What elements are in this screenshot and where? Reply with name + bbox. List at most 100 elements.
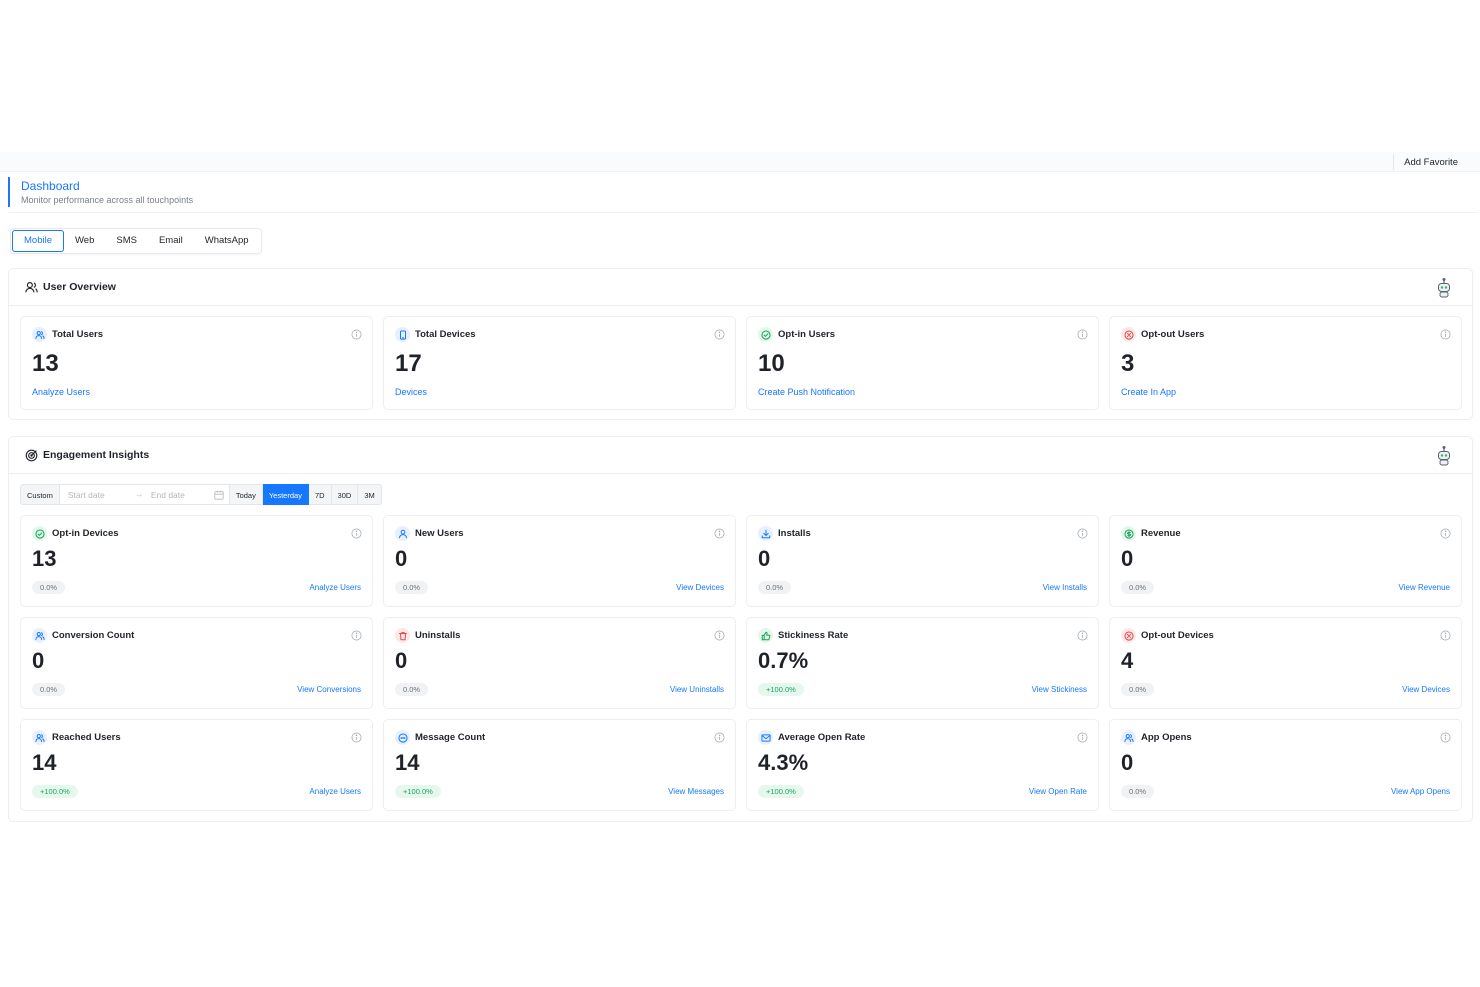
- metric-link[interactable]: View Messages: [668, 787, 724, 796]
- info-icon[interactable]: [351, 630, 362, 641]
- change-badge: 0.0%: [32, 683, 66, 696]
- metric-card: Uninstalls 0 0.0% View Uninstalls: [383, 617, 736, 709]
- add-favorite-button[interactable]: Add Favorite: [1404, 157, 1458, 168]
- page-subtitle: Monitor performance across all touchpoin…: [21, 195, 194, 205]
- metric-link[interactable]: Analyze Users: [32, 387, 90, 397]
- preset-3m-button[interactable]: 3M: [358, 484, 382, 505]
- info-icon[interactable]: [1440, 630, 1451, 641]
- metric-card: Message Count 14 +100.0% View Messages: [383, 719, 736, 811]
- metric-card: Opt-in Users 10 Create Push Notification: [746, 316, 1099, 410]
- metric-title: Installs: [778, 528, 811, 539]
- metric-icon-badge: [32, 730, 47, 745]
- mobile-icon: [399, 329, 406, 340]
- tab-sms[interactable]: SMS: [105, 230, 148, 252]
- change-badge: +100.0%: [395, 785, 441, 798]
- info-icon[interactable]: [714, 630, 725, 641]
- tab-web[interactable]: Web: [64, 230, 105, 252]
- metric-icon-badge: [758, 628, 773, 643]
- page-title: Dashboard: [21, 179, 80, 193]
- info-icon[interactable]: [714, 329, 725, 340]
- tab-whatsapp[interactable]: WhatsApp: [194, 230, 260, 252]
- metric-card: Opt-out Users 3 Create In App: [1109, 316, 1462, 410]
- section-title: Engagement Insights: [43, 449, 150, 461]
- robot-assistant-icon[interactable]: [1436, 445, 1452, 467]
- info-icon[interactable]: [351, 528, 362, 539]
- metric-title: Average Open Rate: [778, 732, 866, 743]
- metric-link[interactable]: Analyze Users: [309, 583, 361, 592]
- metric-card: Total Users 13 Analyze Users: [20, 316, 373, 410]
- metric-link[interactable]: View Open Rate: [1029, 787, 1087, 796]
- metric-icon-badge: [395, 628, 410, 643]
- change-badge: 0.0%: [32, 581, 66, 594]
- metric-link[interactable]: Devices: [395, 387, 427, 397]
- date-range-picker[interactable]: Start date → End date: [59, 484, 230, 505]
- message-icon: [397, 732, 408, 743]
- preset-yesterday-button[interactable]: Yesterday: [262, 484, 309, 505]
- metric-link[interactable]: Create In App: [1121, 387, 1176, 397]
- trash-icon: [398, 631, 407, 640]
- metric-link[interactable]: View Uninstalls: [670, 685, 724, 694]
- tab-email[interactable]: Email: [148, 230, 194, 252]
- metric-value: 4: [1121, 648, 1134, 673]
- metric-link[interactable]: View Stickiness: [1032, 685, 1087, 694]
- metric-title: Revenue: [1141, 528, 1181, 539]
- preset-7d-button[interactable]: 7D: [308, 484, 332, 505]
- info-icon[interactable]: [1077, 329, 1088, 340]
- info-icon[interactable]: [714, 732, 725, 743]
- metric-card: App Opens 0 0.0% View App Opens: [1109, 719, 1462, 811]
- preset-today-button[interactable]: Today: [229, 484, 263, 505]
- metric-value: 10: [758, 350, 785, 377]
- date-filter: Custom Start date → End date Today Yeste…: [20, 484, 382, 505]
- metric-link[interactable]: View Installs: [1043, 583, 1087, 592]
- metric-value: 13: [32, 350, 59, 377]
- custom-range-label[interactable]: Custom: [20, 484, 60, 505]
- info-icon[interactable]: [1077, 732, 1088, 743]
- metric-card: Reached Users 14 +100.0% Analyze Users: [20, 719, 373, 811]
- metric-link[interactable]: Create Push Notification: [758, 387, 855, 397]
- metric-icon-badge: [32, 628, 47, 643]
- tab-mobile[interactable]: Mobile: [12, 230, 64, 252]
- metric-card: New Users 0 0.0% View Devices: [383, 515, 736, 607]
- info-icon[interactable]: [1077, 528, 1088, 539]
- metric-value: 0: [1121, 546, 1134, 571]
- info-icon[interactable]: [1440, 528, 1451, 539]
- info-icon[interactable]: [351, 329, 362, 340]
- user-icon: [398, 529, 407, 538]
- metric-link[interactable]: Analyze Users: [309, 787, 361, 796]
- preset-30d-button[interactable]: 30D: [331, 484, 359, 505]
- info-icon[interactable]: [1440, 329, 1451, 340]
- metric-icon-badge: [1121, 327, 1136, 342]
- metric-link[interactable]: View Devices: [676, 583, 724, 592]
- change-badge: +100.0%: [758, 785, 804, 798]
- metric-link[interactable]: View Devices: [1402, 685, 1450, 694]
- change-badge: 0.0%: [395, 581, 429, 594]
- top-strip: [0, 152, 1480, 172]
- metric-value: 4.3%: [758, 750, 809, 775]
- metric-icon-badge: [395, 526, 410, 541]
- metric-title: Opt-in Devices: [52, 528, 119, 539]
- change-badge: 0.0%: [758, 581, 792, 594]
- metric-card: Conversion Count 0 0.0% View Conversions: [20, 617, 373, 709]
- info-icon[interactable]: [351, 732, 362, 743]
- metric-link[interactable]: View App Opens: [1391, 787, 1450, 796]
- end-date-input[interactable]: End date: [151, 490, 185, 500]
- metric-icon-badge: [758, 526, 773, 541]
- metric-value: 0: [1121, 750, 1134, 775]
- metric-title: Total Devices: [415, 329, 476, 340]
- info-icon[interactable]: [1077, 630, 1088, 641]
- metric-title: Stickiness Rate: [778, 630, 849, 641]
- metric-link[interactable]: View Conversions: [297, 685, 361, 694]
- info-icon[interactable]: [1440, 732, 1451, 743]
- metric-value: 13: [32, 546, 57, 571]
- metric-card: Total Devices 17 Devices: [383, 316, 736, 410]
- metric-title: App Opens: [1141, 732, 1192, 743]
- metric-icon-badge: [758, 730, 773, 745]
- metric-link[interactable]: View Revenue: [1399, 583, 1450, 592]
- metric-card: Stickiness Rate 0.7% +100.0% View Stickines…: [746, 617, 1099, 709]
- robot-assistant-icon[interactable]: [1436, 277, 1452, 299]
- metric-value: 14: [32, 750, 57, 775]
- info-icon[interactable]: [714, 528, 725, 539]
- start-date-input[interactable]: Start date: [68, 490, 105, 500]
- target-icon: [25, 449, 38, 462]
- users-icon: [34, 733, 45, 742]
